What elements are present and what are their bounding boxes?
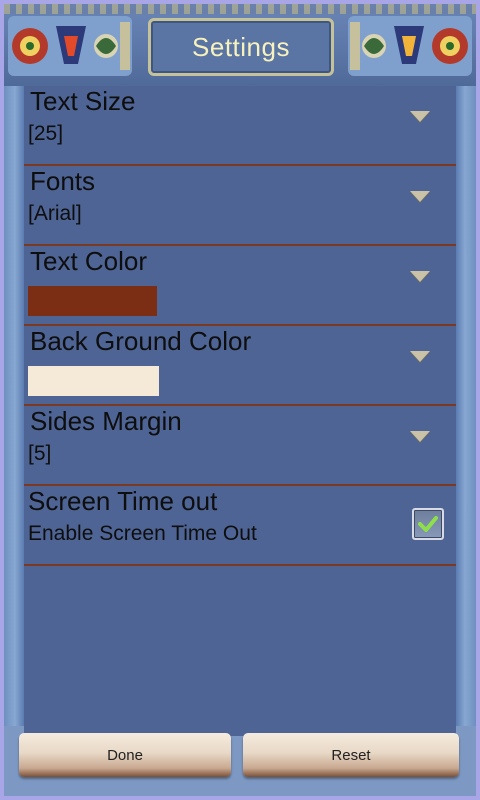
setting-screen-timeout[interactable]: Screen Time out Enable Screen Time Out: [24, 486, 456, 566]
settings-list: Text Size [25] Fonts [Arial] Text Color …: [24, 86, 456, 566]
ornament-left-icon: [8, 16, 132, 76]
setting-text-size[interactable]: Text Size [25]: [24, 86, 456, 166]
setting-summary: Enable Screen Time Out: [28, 522, 257, 545]
setting-title: Text Size: [30, 86, 136, 116]
checkmark-icon: [418, 516, 438, 532]
header-decorative-band: [4, 4, 476, 14]
chevron-down-icon[interactable]: [410, 271, 430, 282]
setting-value: [Arial]: [28, 202, 82, 225]
screen-timeout-checkbox[interactable]: [412, 508, 444, 540]
setting-fonts[interactable]: Fonts [Arial]: [24, 166, 456, 246]
chevron-down-icon[interactable]: [410, 111, 430, 122]
setting-title: Sides Margin: [30, 406, 182, 436]
chevron-down-icon[interactable]: [410, 431, 430, 442]
color-swatch: [28, 366, 159, 396]
chevron-down-icon[interactable]: [410, 351, 430, 362]
done-button[interactable]: Done: [19, 733, 231, 777]
setting-title: Screen Time out: [28, 486, 218, 516]
setting-title: Text Color: [30, 246, 148, 276]
setting-value: [25]: [28, 122, 64, 145]
setting-background-color[interactable]: Back Ground Color: [24, 326, 456, 406]
header-bar: Settings: [4, 4, 476, 89]
setting-value: [5]: [28, 442, 52, 465]
setting-title: Back Ground Color: [30, 326, 252, 356]
setting-sides-margin[interactable]: Sides Margin [5]: [24, 406, 456, 486]
right-border: [456, 86, 476, 726]
page-title: Settings: [192, 31, 290, 62]
setting-title: Fonts: [30, 166, 96, 196]
ornament-right-icon: [348, 16, 472, 76]
left-border: [4, 86, 24, 726]
chevron-down-icon[interactable]: [410, 191, 430, 202]
setting-text-color[interactable]: Text Color: [24, 246, 456, 326]
reset-button[interactable]: Reset: [243, 733, 459, 777]
color-swatch: [28, 286, 157, 316]
title-plaque: Settings: [148, 18, 334, 76]
